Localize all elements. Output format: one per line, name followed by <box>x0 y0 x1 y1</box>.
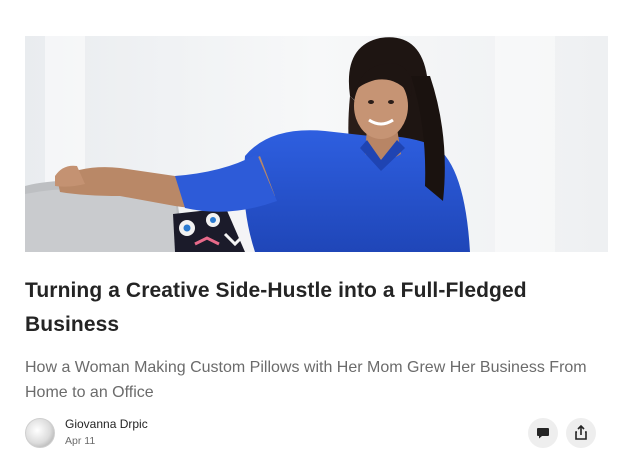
hero-image[interactable] <box>25 36 608 252</box>
author-avatar[interactable] <box>25 418 55 448</box>
author-name[interactable]: Giovanna Drpic <box>65 417 148 431</box>
comment-button[interactable] <box>528 418 558 448</box>
publish-date: Apr 11 <box>65 435 96 447</box>
share-icon <box>575 425 587 440</box>
article-title[interactable]: Turning a Creative Side-Hustle into a Fu… <box>25 274 608 342</box>
article-card[interactable]: Turning a Creative Side-Hustle into a Fu… <box>25 36 608 448</box>
article-meta: Giovanna Drpic Apr 11 <box>25 416 608 450</box>
comment-icon <box>537 428 549 439</box>
article-subtitle[interactable]: How a Woman Making Custom Pillows with H… <box>25 355 608 405</box>
hero-photo-illustration <box>25 36 608 252</box>
share-button[interactable] <box>566 418 596 448</box>
